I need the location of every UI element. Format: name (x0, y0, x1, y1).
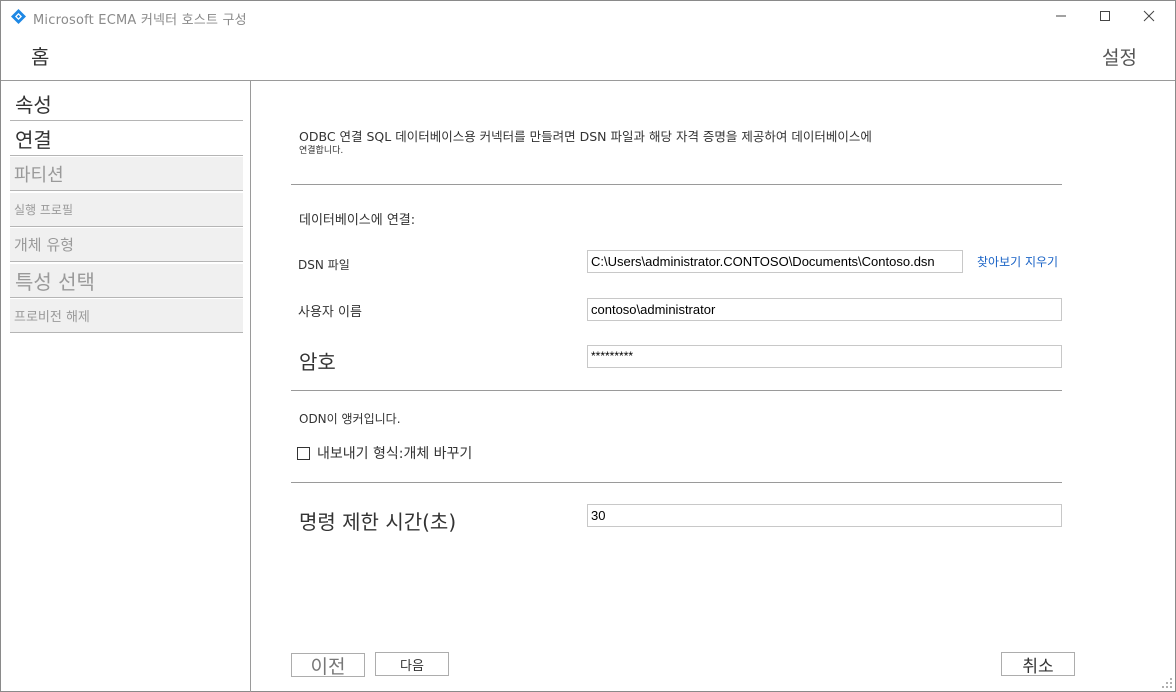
section-divider-2 (291, 390, 1062, 391)
anchor-info-text: ODN이 앵커입니다. (299, 412, 401, 426)
browse-clear-link[interactable]: 찾아보기 지우기 (977, 253, 1058, 270)
username-label: 사용자 이름 (298, 305, 362, 320)
intro-text-line1: ODBC 연결 SQL 데이터베이스용 커넥터를 만들려면 DSN 파일과 해당… (299, 129, 872, 144)
sidebar-item-connectivity[interactable]: 연결 (10, 122, 243, 156)
settings-tab[interactable]: 설정 (1102, 43, 1137, 70)
home-tab[interactable]: 홈 (31, 41, 49, 70)
minimize-button[interactable] (1039, 1, 1083, 31)
intro-text-line2: 연결합니다. (299, 146, 344, 156)
sidebar-item-properties[interactable]: 속성 (10, 87, 243, 121)
export-format-label[interactable]: 내보내기 형식:개체 바꾸기 (317, 443, 472, 463)
close-icon (1143, 10, 1155, 22)
title-bar: Microsoft ECMA 커넥터 호스트 구성 (1, 1, 1175, 31)
sidebar-item-object-types[interactable]: 개체 유형 (10, 228, 243, 262)
window-title: Microsoft ECMA 커넥터 호스트 구성 (33, 13, 247, 28)
password-label: 암호 (299, 350, 336, 374)
ecma-app-icon (11, 9, 26, 24)
resize-grip-icon[interactable] (1161, 677, 1173, 689)
username-input[interactable]: contoso\administrator (587, 298, 1062, 321)
sidebar-item-deprovisioning[interactable]: 프로비전 해제 (10, 299, 243, 333)
close-button[interactable] (1127, 1, 1171, 31)
section-divider-1 (291, 184, 1062, 185)
cancel-button[interactable]: 취소 (1001, 652, 1075, 677)
previous-button[interactable]: 이전 (291, 653, 365, 678)
sidebar-item-select-attributes[interactable]: 특성 선택 (10, 264, 243, 298)
maximize-icon (1100, 11, 1110, 21)
maximize-button[interactable] (1083, 1, 1127, 31)
command-timeout-input[interactable]: 30 (587, 504, 1062, 527)
sidebar-item-run-profiles[interactable]: 실행 프로필 (10, 193, 243, 227)
dsn-file-label: DSN 파일 (298, 258, 350, 272)
sidebar-divider (250, 81, 251, 692)
sidebar-item-partitions[interactable]: 파티션 (10, 157, 243, 191)
app-window: Microsoft ECMA 커넥터 호스트 구성 홈 설정 속성 연결 파티션… (0, 0, 1176, 692)
next-button[interactable]: 다음 (375, 652, 449, 676)
minimize-icon (1056, 15, 1066, 17)
export-format-checkbox[interactable] (297, 447, 310, 460)
password-input[interactable]: ********* (587, 345, 1062, 368)
dsn-file-input[interactable]: C:\Users\administrator.CONTOSO\Documents… (587, 250, 963, 273)
section-divider-3 (291, 482, 1062, 483)
command-timeout-label: 명령 제한 시간(초) (299, 510, 457, 534)
connect-heading: 데이터베이스에 연결: (299, 213, 416, 228)
